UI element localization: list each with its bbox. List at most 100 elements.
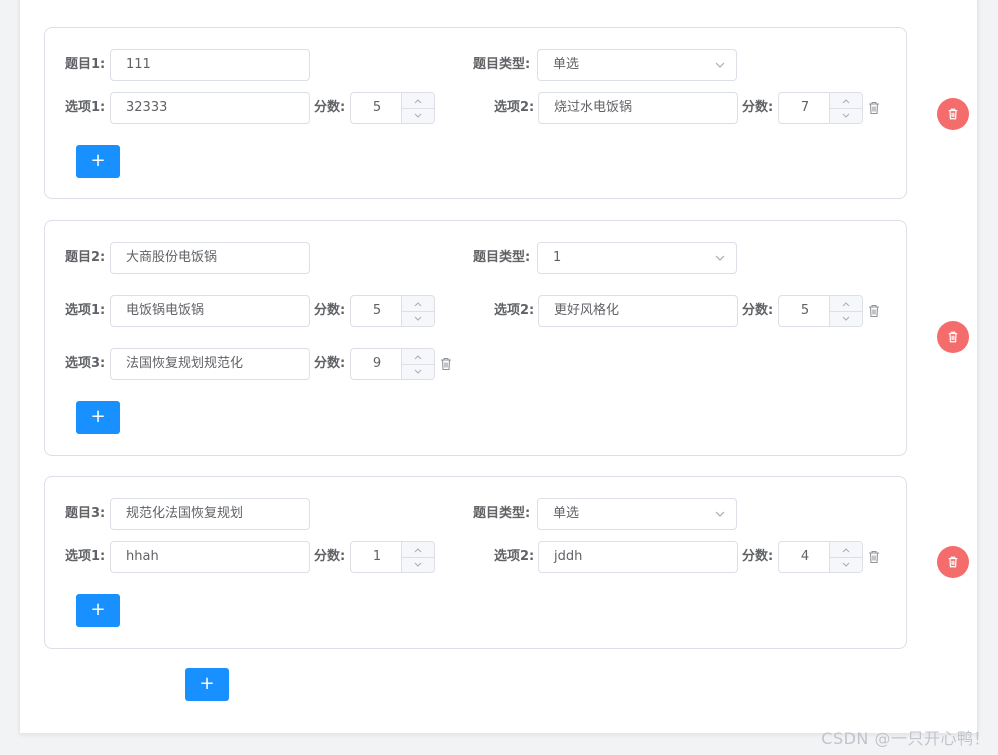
option-input[interactable]: 更好风格化 (538, 295, 738, 327)
delete-question-button[interactable] (937, 546, 969, 578)
score-label: 分数: (314, 356, 346, 371)
question-type-label: 题目类型: (473, 57, 531, 72)
chevron-up-icon (842, 301, 850, 306)
increase-button[interactable] (830, 542, 862, 558)
score-label: 分数: (742, 549, 774, 564)
watermark: CSDN @一只开心鸭！ (821, 729, 990, 748)
option-input[interactable]: 32333 (110, 92, 310, 124)
score-value: 7 (800, 100, 810, 115)
decrease-button[interactable] (402, 364, 434, 379)
question-title-label: 题目1: (65, 57, 106, 72)
score-label: 分数: (314, 549, 346, 564)
stepper-controls (829, 296, 862, 326)
delete-icon (948, 556, 958, 568)
option-label: 选项2: (494, 303, 535, 318)
chevron-up-icon (414, 301, 422, 306)
delete-question-button[interactable] (937, 98, 969, 130)
option-label: 选项1: (65, 303, 106, 318)
stepper-controls (829, 93, 862, 123)
option-label: 选项1: (65, 100, 106, 115)
score-value: 5 (800, 303, 810, 318)
decrease-button[interactable] (830, 557, 862, 572)
score-stepper[interactable]: 4 (778, 541, 863, 573)
increase-button[interactable] (402, 542, 434, 558)
score-label: 分数: (742, 100, 774, 115)
question-type-label: 题目类型: (473, 250, 531, 265)
decrease-button[interactable] (830, 311, 862, 326)
stepper-controls (401, 349, 434, 379)
decrease-button[interactable] (402, 557, 434, 572)
option-label: 选项2: (494, 100, 535, 115)
stepper-controls (401, 542, 434, 572)
chevron-down-icon (414, 113, 422, 118)
score-stepper[interactable]: 5 (350, 295, 435, 327)
option-label: 选项2: (494, 549, 535, 564)
score-value: 4 (800, 549, 810, 564)
trash-icon[interactable] (867, 101, 881, 115)
decrease-button[interactable] (402, 108, 434, 123)
chevron-up-icon (414, 547, 422, 552)
add-option-button[interactable]: + (76, 594, 120, 627)
increase-button[interactable] (830, 93, 862, 109)
decrease-button[interactable] (830, 108, 862, 123)
question-type-select[interactable]: 1 (537, 242, 737, 274)
delete-icon (948, 108, 958, 120)
question-card-3: 题目3: 规范化法国恢复规划 题目类型: 单选 选项1: hhah 分数: 1 … (44, 476, 907, 649)
trash-icon[interactable] (867, 550, 881, 564)
stepper-controls (401, 93, 434, 123)
score-stepper[interactable]: 5 (350, 92, 435, 124)
question-title-input[interactable]: 大商股份电饭锅 (110, 242, 310, 274)
question-card-1: 题目1: 111 题目类型: 单选 选项1: 32333 分数: 5 选项2: … (44, 27, 907, 199)
chevron-down-icon (414, 562, 422, 567)
option-input[interactable]: 法国恢复规划规范化 (110, 348, 310, 380)
add-option-button[interactable]: + (76, 145, 120, 178)
stepper-controls (401, 296, 434, 326)
chevron-up-icon (842, 547, 850, 552)
score-stepper[interactable]: 5 (778, 295, 863, 327)
stepper-controls (829, 542, 862, 572)
question-title-input[interactable]: 111 (110, 49, 310, 81)
score-label: 分数: (742, 303, 774, 318)
delete-icon (948, 331, 958, 343)
chevron-down-icon (414, 316, 422, 321)
question-type-label: 题目类型: (473, 506, 531, 521)
question-type-value: 1 (553, 250, 562, 265)
option-label: 选项3: (65, 356, 106, 371)
score-stepper[interactable]: 1 (350, 541, 435, 573)
score-stepper[interactable]: 9 (350, 348, 435, 380)
option-input[interactable]: hhah (110, 541, 310, 573)
increase-button[interactable] (402, 349, 434, 365)
chevron-down-icon (414, 369, 422, 374)
question-title-input[interactable]: 规范化法国恢复规划 (110, 498, 310, 530)
question-type-value: 单选 (553, 57, 580, 72)
score-stepper[interactable]: 7 (778, 92, 863, 124)
trash-icon[interactable] (867, 304, 881, 318)
add-option-button[interactable]: + (76, 401, 120, 434)
chevron-up-icon (842, 98, 850, 103)
increase-button[interactable] (402, 93, 434, 109)
question-type-select[interactable]: 单选 (537, 49, 737, 81)
chevron-down-icon (715, 511, 725, 517)
option-input[interactable]: 电饭锅电饭锅 (110, 295, 310, 327)
question-type-value: 单选 (553, 506, 580, 521)
delete-question-button[interactable] (937, 321, 969, 353)
question-card-2: 题目2: 大商股份电饭锅 题目类型: 1 选项1: 电饭锅电饭锅 分数: 5 选… (44, 220, 907, 456)
chevron-up-icon (414, 98, 422, 103)
question-type-select[interactable]: 单选 (537, 498, 737, 530)
chevron-down-icon (842, 113, 850, 118)
decrease-button[interactable] (402, 311, 434, 326)
chevron-down-icon (842, 562, 850, 567)
trash-icon[interactable] (439, 357, 453, 371)
score-label: 分数: (314, 303, 346, 318)
add-question-button[interactable]: + (185, 668, 229, 701)
option-input[interactable]: 烧过水电饭锅 (538, 92, 738, 124)
increase-button[interactable] (830, 296, 862, 312)
increase-button[interactable] (402, 296, 434, 312)
chevron-down-icon (842, 316, 850, 321)
score-value: 5 (372, 100, 382, 115)
score-value: 9 (372, 356, 382, 371)
question-title-label: 题目3: (65, 506, 106, 521)
score-label: 分数: (314, 100, 346, 115)
chevron-up-icon (414, 354, 422, 359)
option-input[interactable]: jddh (538, 541, 738, 573)
